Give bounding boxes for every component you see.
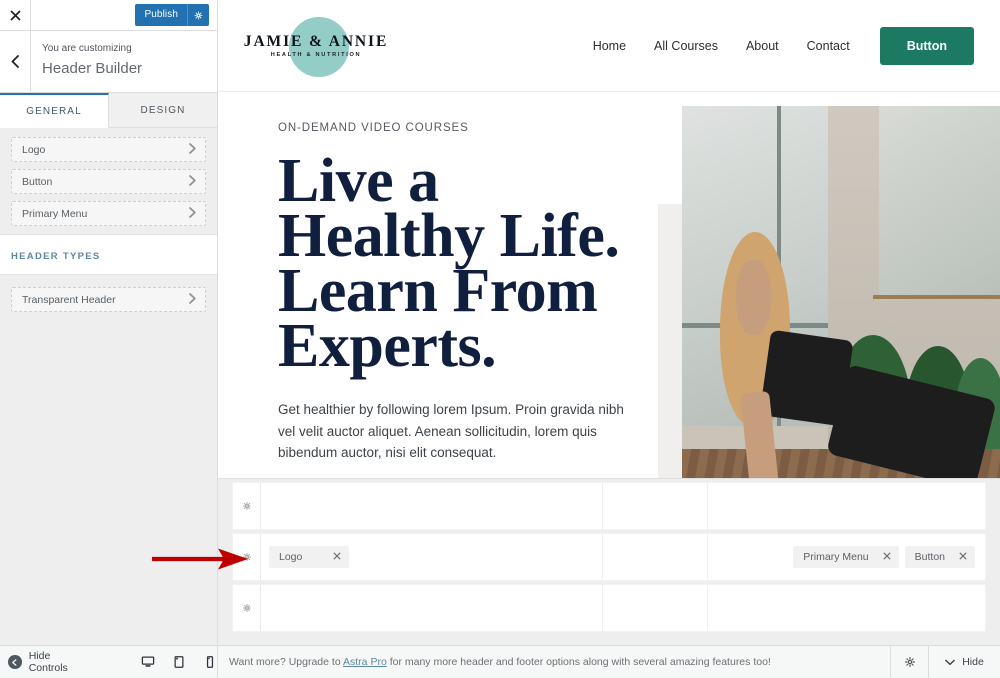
builder-row1-col-left[interactable] bbox=[261, 483, 603, 529]
gear-icon[interactable] bbox=[233, 585, 261, 631]
section-header-label: HEADER TYPES bbox=[11, 251, 101, 262]
hide-controls-label: Hide Controls bbox=[28, 650, 68, 674]
builder-row1-col-right[interactable] bbox=[708, 483, 985, 529]
close-icon[interactable] bbox=[959, 551, 967, 563]
builder-chip-button[interactable]: Button bbox=[904, 546, 975, 568]
nav-item-all-courses[interactable]: All Courses bbox=[654, 39, 718, 53]
logo-text: JAMIE & ANNIE HEALTH & NUTRITION bbox=[236, 33, 396, 58]
builder-chip-label: Button bbox=[914, 551, 945, 563]
device-preview-switcher bbox=[141, 655, 217, 669]
nav-item-contact[interactable]: Contact bbox=[807, 39, 850, 53]
site-logo[interactable]: JAMIE & ANNIE HEALTH & NUTRITION bbox=[236, 9, 396, 83]
desktop-icon[interactable] bbox=[141, 655, 155, 669]
astra-pro-link[interactable]: Astra Pro bbox=[343, 656, 387, 668]
builder-row2-col-right[interactable]: Primary Menu Button bbox=[708, 534, 985, 580]
header-builder-panel: Logo Primary Menu Button bbox=[218, 478, 1000, 645]
hero-heading: Live a Healthy Life. Learn From Experts. bbox=[278, 147, 620, 380]
gear-icon[interactable] bbox=[233, 483, 261, 529]
builder-chip-logo[interactable]: Logo bbox=[269, 546, 349, 568]
tab-general[interactable]: GENERAL bbox=[0, 93, 109, 128]
chevron-right-icon bbox=[189, 292, 196, 307]
photo-person-head bbox=[736, 260, 772, 335]
site-header: JAMIE & ANNIE HEALTH & NUTRITION Home Al… bbox=[218, 0, 1000, 92]
nav-item-home[interactable]: Home bbox=[593, 39, 626, 53]
promo-prefix: Want more? Upgrade to bbox=[229, 656, 344, 668]
collapse-circle-icon bbox=[8, 655, 22, 669]
gear-icon[interactable] bbox=[890, 646, 928, 678]
header-cta-button[interactable]: Button bbox=[879, 26, 974, 65]
chevron-down-icon bbox=[945, 653, 956, 671]
hero-eyebrow: ON-DEMAND VIDEO COURSES bbox=[278, 122, 469, 134]
gear-icon[interactable] bbox=[233, 534, 261, 580]
publish-button-label: Publish bbox=[144, 9, 178, 20]
logo-tagline: HEALTH & NUTRITION bbox=[270, 51, 362, 58]
builder-row-below-header bbox=[232, 584, 986, 632]
customizer-topbar: Publish bbox=[0, 0, 217, 31]
sidebar-item-logo[interactable]: Logo bbox=[11, 137, 206, 162]
hero-paragraph: Get healthier by following lorem Ipsum. … bbox=[278, 402, 624, 460]
upgrade-promo-text: Want more? Upgrade to Astra Pro for many… bbox=[229, 656, 771, 668]
close-icon[interactable] bbox=[333, 551, 341, 563]
hide-builder-button[interactable]: Hide bbox=[928, 646, 1000, 678]
photo-back-window bbox=[879, 106, 1000, 301]
chevron-left-icon[interactable] bbox=[0, 31, 31, 92]
builder-chip-label: Logo bbox=[279, 551, 303, 563]
publish-button[interactable]: Publish bbox=[134, 4, 209, 26]
panel-tabs: GENERAL DESIGN bbox=[0, 93, 217, 128]
nav-item-about[interactable]: About bbox=[746, 39, 779, 53]
chevron-right-icon bbox=[189, 174, 196, 189]
builder-row3-col-center[interactable] bbox=[603, 585, 708, 631]
builder-row2-col-left[interactable]: Logo bbox=[261, 534, 603, 580]
builder-row3-col-left[interactable] bbox=[261, 585, 603, 631]
builder-row-primary-header: Logo Primary Menu Button bbox=[232, 533, 986, 581]
sidebar-item-primary-menu[interactable]: Primary Menu bbox=[11, 201, 206, 226]
hide-controls-button[interactable]: Hide Controls bbox=[8, 650, 91, 674]
sidebar-item-label: Logo bbox=[22, 143, 46, 156]
hide-builder-label: Hide bbox=[962, 656, 984, 668]
sidebar-item-label: Transparent Header bbox=[22, 293, 116, 306]
close-icon[interactable] bbox=[0, 0, 31, 30]
bottom-toolbar: Hide Controls Want more? Upgrade to Astr… bbox=[0, 645, 1000, 678]
site-preview: JAMIE & ANNIE HEALTH & NUTRITION Home Al… bbox=[218, 0, 1000, 678]
promo-suffix: for many more header and footer options … bbox=[386, 656, 771, 668]
logo-name: JAMIE & ANNIE bbox=[243, 32, 389, 50]
builder-row1-col-center[interactable] bbox=[603, 483, 708, 529]
chevron-right-icon bbox=[189, 206, 196, 221]
gear-icon[interactable] bbox=[187, 4, 209, 26]
customizer-screen: Publish You are customizing Header Build… bbox=[0, 0, 1000, 678]
close-icon[interactable] bbox=[883, 551, 891, 563]
builder-row-above-header bbox=[232, 482, 986, 530]
customizer-title-bar: You are customizing Header Builder bbox=[0, 31, 217, 93]
customizer-title-text: You are customizing Header Builder bbox=[31, 31, 142, 92]
chevron-right-icon bbox=[189, 142, 196, 157]
customizer-sidebar: Publish You are customizing Header Build… bbox=[0, 0, 218, 678]
mobile-icon[interactable] bbox=[203, 655, 217, 669]
customizer-subtitle: You are customizing bbox=[42, 43, 132, 54]
bottom-toolbar-left: Hide Controls bbox=[0, 646, 218, 678]
sidebar-item-button[interactable]: Button bbox=[11, 169, 206, 194]
builder-row3-col-right[interactable] bbox=[708, 585, 985, 631]
builder-chip-label: Primary Menu bbox=[803, 551, 869, 563]
panel-body: Logo Button Primary Menu HEADER TYPES Tr… bbox=[0, 128, 217, 678]
bottom-toolbar-right: Want more? Upgrade to Astra Pro for many… bbox=[218, 646, 1000, 678]
primary-menu: Home All Courses About Contact Button bbox=[593, 26, 974, 65]
header-types-group: Transparent Header bbox=[11, 275, 206, 312]
tab-design[interactable]: DESIGN bbox=[109, 93, 217, 127]
page-title: Header Builder bbox=[42, 60, 143, 77]
sidebar-item-transparent-header[interactable]: Transparent Header bbox=[11, 287, 206, 312]
sidebar-item-label: Primary Menu bbox=[22, 207, 88, 220]
section-header-header-types: HEADER TYPES bbox=[0, 234, 217, 275]
builder-row2-col-center[interactable] bbox=[603, 534, 708, 580]
builder-chip-primary-menu[interactable]: Primary Menu bbox=[793, 546, 899, 568]
tablet-icon[interactable] bbox=[172, 655, 186, 669]
sidebar-item-label: Button bbox=[22, 175, 53, 188]
photo-shelf bbox=[872, 294, 1000, 299]
